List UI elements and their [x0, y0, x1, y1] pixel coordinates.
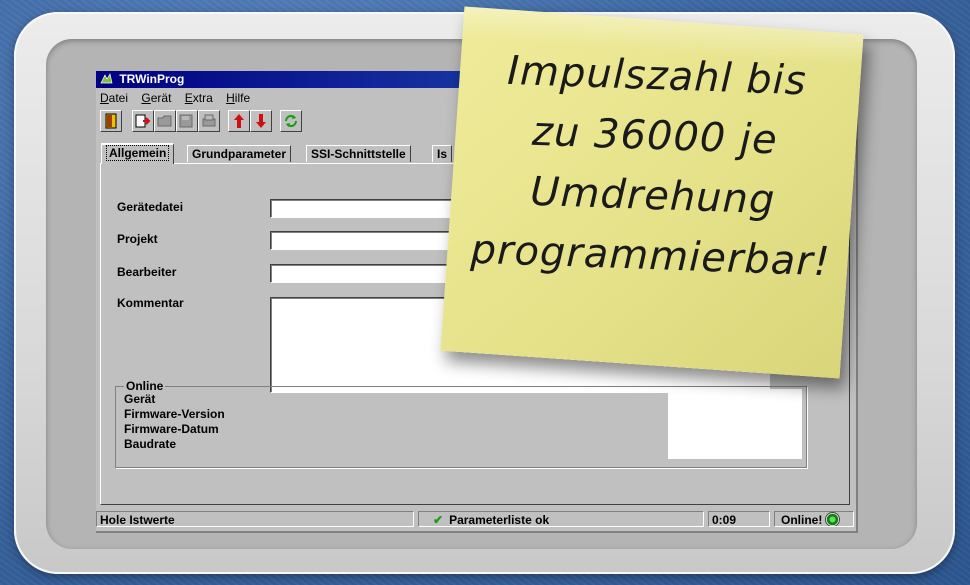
geraetedatei-label: Gerätedatei: [117, 200, 184, 214]
status-action: Hole Istwerte: [96, 511, 414, 527]
kommentar-label: Kommentar: [117, 296, 184, 310]
check-icon: ✔: [433, 513, 444, 527]
send-to-device-button[interactable]: [132, 110, 154, 132]
note-text: Impulszahl bis zu 36000 je Umdrehung pro…: [450, 39, 858, 293]
open-icon: [157, 115, 172, 127]
status-connection: Online!: [774, 511, 854, 527]
online-row-firmware-datum: Firmware-Datum: [124, 422, 219, 436]
menu-geraet[interactable]: Gerät: [141, 91, 171, 105]
tab-istwerte[interactable]: Is: [432, 145, 453, 162]
online-led-icon: [825, 512, 841, 526]
exit-button[interactable]: [100, 110, 122, 132]
menu-hilfe[interactable]: Hilfe: [226, 91, 250, 105]
save-button[interactable]: [176, 110, 198, 132]
print-icon: [202, 114, 216, 127]
refresh-icon: [285, 115, 297, 127]
status-bar: Hole Istwerte ✔ Parameterliste ok 0:09 On…: [96, 511, 856, 529]
print-button[interactable]: [198, 110, 220, 132]
online-values-box: [668, 389, 802, 459]
bearbeiter-label: Bearbeiter: [117, 265, 177, 279]
menu-bar: Datei Gerät Extra Hilfe: [100, 91, 260, 107]
app-logo-icon: [100, 73, 113, 90]
menu-extra[interactable]: Extra: [185, 91, 213, 105]
tab-ssi-schnittstelle[interactable]: SSI-Schnittstelle: [306, 145, 411, 162]
projekt-label: Projekt: [117, 232, 158, 246]
status-time: 0:09: [708, 511, 770, 527]
online-row-baudrate: Baudrate: [124, 437, 177, 451]
exit-door-icon: [105, 113, 117, 129]
online-row-firmware-version: Firmware-Version: [124, 407, 225, 421]
move-down-button[interactable]: [250, 110, 272, 132]
online-row-geraet: Gerät: [124, 392, 156, 406]
menu-datei[interactable]: Datei: [100, 91, 128, 105]
note-line-4: programmierbar!: [469, 226, 832, 286]
refresh-button[interactable]: [280, 110, 302, 132]
arrow-down-icon: [256, 114, 266, 128]
open-button[interactable]: [154, 110, 176, 132]
sticky-note: Impulszahl bis zu 36000 je Umdrehung pro…: [440, 6, 864, 379]
online-group: Online Gerät Firmware-Version Firmware-D…: [115, 379, 807, 468]
window-title: TRWinProg: [119, 72, 185, 86]
tab-grundparameter[interactable]: Grundparameter: [187, 145, 292, 162]
save-icon: [179, 114, 193, 128]
arrow-up-icon: [234, 114, 244, 128]
online-group-title: Online: [124, 379, 166, 393]
move-up-button[interactable]: [228, 110, 250, 132]
status-parameterliste: ✔ Parameterliste ok: [418, 511, 704, 527]
tab-allgemein[interactable]: Allgemein: [101, 143, 175, 164]
send-to-device-icon: [135, 114, 151, 128]
